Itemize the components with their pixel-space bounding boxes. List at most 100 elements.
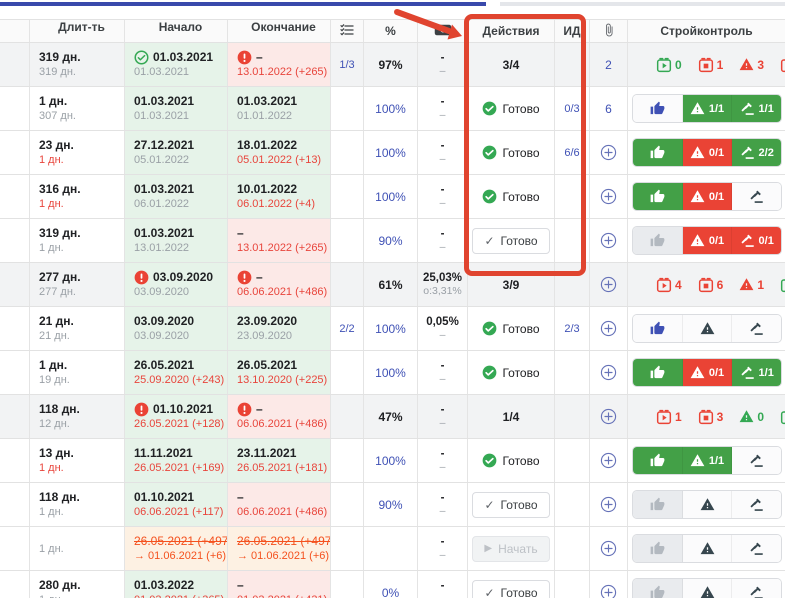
horizontal-scrollbar-track[interactable] [500,2,785,6]
add-attachment-button[interactable] [600,452,617,469]
attachments-cell[interactable] [590,263,628,306]
column-header-start[interactable]: Начало [125,20,228,42]
warning-button[interactable]: 0/1 [683,227,733,254]
camera-progress-baseline: – [418,197,467,210]
add-attachment-button[interactable] [600,276,617,293]
hammer-button[interactable] [732,535,781,562]
checklist-cell [331,219,364,262]
warning-button[interactable]: 1/1 [683,447,733,474]
add-attachment-button[interactable] [600,188,617,205]
attachments-cell[interactable] [590,219,628,262]
column-header-checklist[interactable] [331,20,364,42]
column-header-duration[interactable]: Длит-ть [30,20,125,42]
construction-indicator[interactable]: 3 [739,57,764,72]
warning-button[interactable]: 0/1 [683,183,733,210]
horizontal-scrollbar-thumb[interactable] [0,2,486,6]
construction-indicator[interactable]: 0 [739,409,764,424]
attachments-cell[interactable] [590,483,628,526]
check-icon: ✓ [484,498,494,512]
thumb-up-button[interactable] [633,447,683,474]
attachments-cell[interactable] [590,395,628,438]
add-attachment-button[interactable] [600,320,617,337]
date-text: 01.10.2021 [134,490,194,505]
plus-circle-icon [600,408,617,425]
hammer-button[interactable] [732,491,781,518]
play-square-icon [656,409,672,425]
checklist-cell[interactable]: 2/2 [331,307,364,350]
thumb-up-button[interactable] [633,139,683,166]
warning-button[interactable] [683,535,733,562]
done-button[interactable]: ✓ Готово [472,492,549,518]
done-button[interactable]: ✓Готово [472,228,549,254]
warning-button[interactable]: 0/1 [683,139,733,166]
column-header-percent[interactable]: % [364,20,418,42]
warning-button[interactable] [683,491,733,518]
thumb-up-button[interactable] [633,535,683,562]
attachments-cell[interactable] [590,527,628,570]
attachments-cell[interactable] [590,439,628,482]
thumb-up-button[interactable] [633,95,683,122]
construction-indicator[interactable]: 1 [656,409,682,425]
hammer-button[interactable]: 2/2 [732,139,781,166]
attachments-cell[interactable] [590,307,628,350]
add-attachment-button[interactable] [600,232,617,249]
add-attachment-button[interactable] [600,408,617,425]
table-row: 118 дн.1 дн.01.10.202106.06.2021 (+117)–… [0,483,785,527]
construction-indicator[interactable]: 1 [739,277,764,292]
column-header-id[interactable]: ИД [555,20,590,42]
column-header-actions[interactable]: Действия [468,20,555,42]
warning-button[interactable]: 0/1 [683,359,733,386]
add-attachment-button[interactable] [600,144,617,161]
checklist-cell[interactable]: 1/3 [331,43,364,86]
attachments-cell[interactable]: 2 [590,43,628,86]
date-text: – [256,50,263,65]
construction-indicator[interactable] [780,277,785,293]
thumb-up-button[interactable] [633,579,683,598]
actions-cell: ✓Готово [468,219,555,262]
thumb-up-button[interactable] [633,227,683,254]
attachments-cell[interactable] [590,571,628,598]
construction-indicator[interactable]: 1 [698,57,724,73]
hammer-button[interactable] [732,447,781,474]
attachments-cell[interactable] [590,175,628,218]
construction-indicator[interactable] [780,57,785,73]
construction-indicator[interactable] [780,409,785,425]
thumb-up-button[interactable] [633,359,683,386]
construction-indicator[interactable]: 0 [656,57,682,73]
thumb-up-button[interactable] [633,315,683,342]
date-main: – [237,50,330,65]
date-baseline: 25.09.2020 (+243) [134,373,227,387]
construction-indicator[interactable]: 6 [698,277,724,293]
construction-indicator[interactable]: 3 [698,409,724,425]
attachments-cell[interactable] [590,131,628,174]
add-attachment-button[interactable] [600,540,617,557]
column-header-camera[interactable] [418,20,468,42]
construction-indicator[interactable]: 4 [656,277,682,293]
add-attachment-button[interactable] [600,364,617,381]
done-label: Готово [501,498,538,512]
warning-button[interactable] [683,579,733,598]
hammer-button[interactable] [732,183,781,210]
hammer-button[interactable]: 0/1 [732,227,781,254]
hammer-button[interactable]: 1/1 [732,95,781,122]
warning-button[interactable]: 1/1 [683,95,733,122]
hammer-button[interactable] [732,579,781,598]
thumb-up-button[interactable] [633,183,683,210]
warning-button[interactable] [683,315,733,342]
actions-cell: Готово [468,175,555,218]
done-button[interactable]: ✓Готово [472,580,549,598]
date-main: 03.09.2020 [134,270,227,285]
add-attachment-button[interactable] [600,584,617,598]
hammer-button[interactable]: 1/1 [732,359,781,386]
add-attachment-button[interactable] [600,496,617,513]
hammer-button[interactable] [732,315,781,342]
warning-icon [739,277,754,292]
attachments-cell[interactable]: 6 [590,87,628,130]
column-header-attachments[interactable] [590,20,628,42]
column-header-end[interactable]: Окончание [228,20,331,42]
column-header-construction-control[interactable]: Стройконтроль [628,20,785,42]
thumb-up-button[interactable] [633,491,683,518]
camera-progress-baseline: – [418,109,467,122]
start-button[interactable]: ▶Начать [472,536,549,562]
attachments-cell[interactable] [590,351,628,394]
